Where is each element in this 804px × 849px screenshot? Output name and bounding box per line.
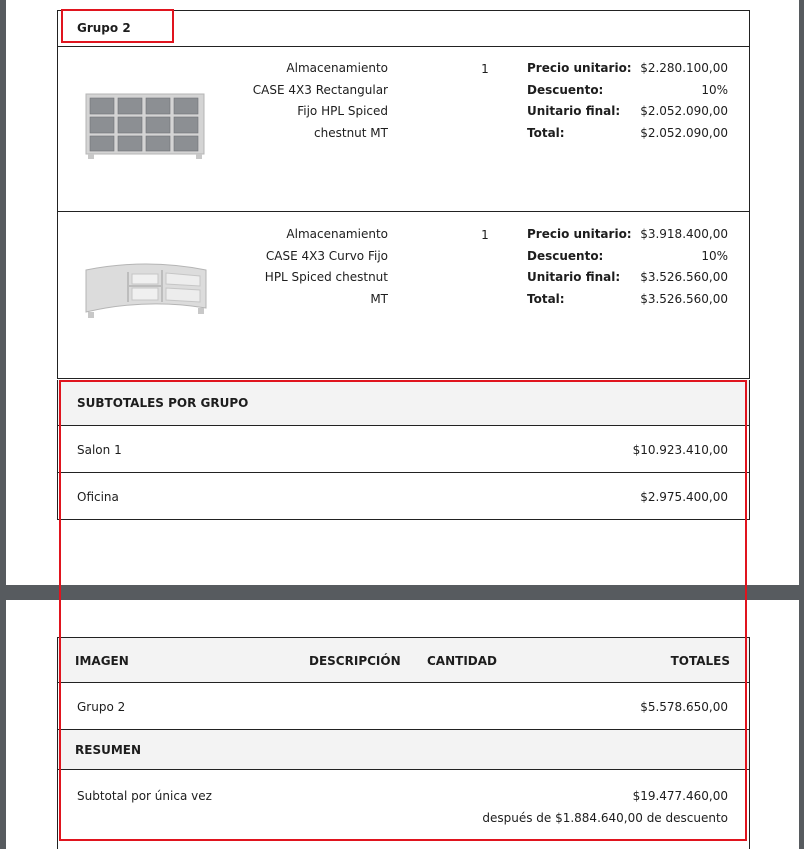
product-1-description-line: chestnut MT bbox=[314, 126, 388, 141]
discount-value: 10% bbox=[701, 82, 728, 97]
product-2-quantity: 1 bbox=[481, 228, 489, 242]
highlight-box-group-title bbox=[61, 9, 174, 43]
row-divider bbox=[57, 378, 750, 379]
table-border-right bbox=[749, 10, 750, 379]
price-value: $3.918.400,00 bbox=[640, 227, 728, 241]
product-2-description-line: Almacenamiento bbox=[286, 227, 388, 241]
final-unit-value: $3.526.560,00 bbox=[640, 270, 728, 285]
product-1-quantity: 1 bbox=[481, 62, 489, 76]
table-border-left bbox=[57, 10, 58, 379]
discount-value: 10% bbox=[701, 248, 728, 263]
product-2-description: Almacenamiento CASE 4X3 Curvo Fijo HPL S… bbox=[228, 224, 388, 311]
final-unit-value: $2.052.090,00 bbox=[640, 104, 728, 119]
table-border-left bbox=[57, 380, 58, 520]
product-image-rectangular bbox=[84, 92, 206, 163]
price-value: $2.280.100,00 bbox=[640, 61, 728, 75]
product-image-curved bbox=[84, 262, 208, 323]
product-2-description-line: MT bbox=[370, 292, 388, 307]
table-border-right bbox=[749, 380, 750, 520]
product-1-price-values: $2.280.100,00 10% $2.052.090,00 $2.052.0… bbox=[598, 58, 728, 145]
product-1-description-line: Almacenamiento bbox=[286, 61, 388, 75]
table-border-right bbox=[749, 637, 750, 849]
total-value: $3.526.560,00 bbox=[640, 292, 728, 307]
product-1-description-line: CASE 4X3 Rectangular bbox=[252, 82, 388, 97]
product-1-description-line: Fijo HPL Spiced bbox=[297, 104, 388, 119]
product-2-description-line: CASE 4X3 Curvo Fijo bbox=[265, 248, 388, 263]
product-2-description-line: HPL Spiced chestnut bbox=[264, 270, 388, 285]
product-1-description: Almacenamiento CASE 4X3 Rectangular Fijo… bbox=[228, 58, 388, 145]
highlight-box-totals bbox=[59, 380, 747, 841]
total-value: $2.052.090,00 bbox=[640, 126, 728, 141]
product-2-price-values: $3.918.400,00 10% $3.526.560,00 $3.526.5… bbox=[598, 224, 728, 311]
row-divider bbox=[57, 211, 750, 212]
